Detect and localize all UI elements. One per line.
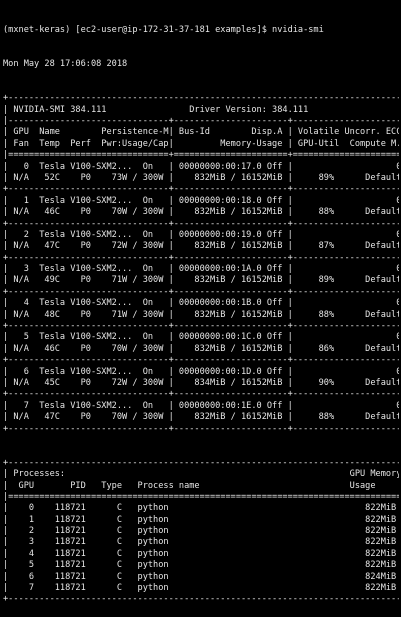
smi-output-line: | N/A 46C P0 70W / 300W | 832MiB / 16152… [3, 343, 399, 354]
smi-output-line: +-------------------------------+-------… [3, 184, 399, 195]
smi-output-line: | Fan Temp Perf Pwr:Usage/Cap| Memory-Us… [3, 138, 399, 149]
smi-output-line: | 1 Tesla V100-SXM2... On | 00000000:00:… [3, 195, 399, 206]
smi-output-line: | N/A 45C P0 72W / 300W | 834MiB / 16152… [3, 377, 399, 388]
smi-output-line: +-------------------------------+-------… [3, 218, 399, 229]
smi-output-line: | 0 Tesla V100-SXM2... On | 00000000:00:… [3, 161, 399, 172]
smi-output-line: |===============================+=======… [3, 150, 399, 161]
smi-output-line: |=======================================… [3, 491, 399, 502]
smi-output-line: | GPU Name Persistence-M| Bus-Id Disp.A … [3, 127, 399, 138]
smi-output-line: | NVIDIA-SMI 384.111 Driver Version: 384… [3, 104, 399, 115]
smi-output-line: | Processes: GPU Memory | [3, 469, 399, 480]
smi-output-line: +-------------------------------+-------… [3, 423, 399, 434]
smi-output-line: | 0 118721 C python 822MiB | [3, 503, 399, 514]
smi-output-line: | 3 118721 C python 822MiB | [3, 537, 399, 548]
smi-output-line: | 6 118721 C python 824MiB | [3, 571, 399, 582]
smi-output-line: | 6 Tesla V100-SXM2... On | 00000000:00:… [3, 366, 399, 377]
smi-output-line: +---------------------------------------… [3, 93, 399, 104]
timestamp-line: Mon May 28 17:06:08 2018 [3, 59, 128, 70]
smi-output-line: | 7 Tesla V100-SXM2... On | 00000000:00:… [3, 400, 399, 411]
smi-output-line [3, 446, 399, 457]
smi-output-line: | 2 118721 C python 822MiB | [3, 526, 399, 537]
smi-output-line: | 4 118721 C python 822MiB | [3, 548, 399, 559]
command-prompt-line: (mxnet-keras) [ec2-user@ip-172-31-37-181… [3, 24, 324, 35]
smi-output-line: | 7 118721 C python 822MiB | [3, 583, 399, 594]
smi-output-line: | N/A 46C P0 70W / 300W | 832MiB / 16152… [3, 207, 399, 218]
smi-output-line: +-------------------------------+-------… [3, 252, 399, 263]
smi-output-line: +-------------------------------+-------… [3, 389, 399, 400]
smi-output-line: +-------------------------------+-------… [3, 286, 399, 297]
smi-output-line: | 1 118721 C python 822MiB | [3, 514, 399, 525]
smi-output-line: | GPU PID Type Process name Usage | [3, 480, 399, 491]
smi-output-line: +-------------------------------+-------… [3, 355, 399, 366]
smi-output-line: |-------------------------------+-------… [3, 116, 399, 126]
smi-output-line: | N/A 47C P0 70W / 300W | 832MiB / 16152… [3, 412, 399, 423]
smi-output-line: | 3 Tesla V100-SXM2... On | 00000000:00:… [3, 264, 399, 275]
smi-output-line [3, 435, 399, 446]
smi-output-line: +---------------------------------------… [3, 594, 399, 605]
smi-output-line: | N/A 52C P0 73W / 300W | 832MiB / 16152… [3, 172, 399, 183]
smi-output-line: | 5 Tesla V100-SXM2... On | 00000000:00:… [3, 332, 399, 343]
smi-output-line: | N/A 48C P0 71W / 300W | 832MiB / 16152… [3, 309, 399, 320]
smi-output-line: | 2 Tesla V100-SXM2... On | 00000000:00:… [3, 229, 399, 240]
terminal-output[interactable]: (mxnet-keras) [ec2-user@ip-172-31-37-181… [3, 2, 399, 617]
smi-output-line: | N/A 47C P0 72W / 300W | 832MiB / 16152… [3, 241, 399, 252]
smi-output-line: | 5 118721 C python 822MiB | [3, 560, 399, 571]
nvidia-smi-table: +---------------------------------------… [3, 93, 399, 606]
smi-output-line: | N/A 49C P0 71W / 300W | 832MiB / 16152… [3, 275, 399, 286]
smi-output-line: +---------------------------------------… [3, 457, 399, 468]
smi-output-line: | 4 Tesla V100-SXM2... On | 00000000:00:… [3, 298, 399, 309]
smi-output-line: +-------------------------------+-------… [3, 321, 399, 332]
